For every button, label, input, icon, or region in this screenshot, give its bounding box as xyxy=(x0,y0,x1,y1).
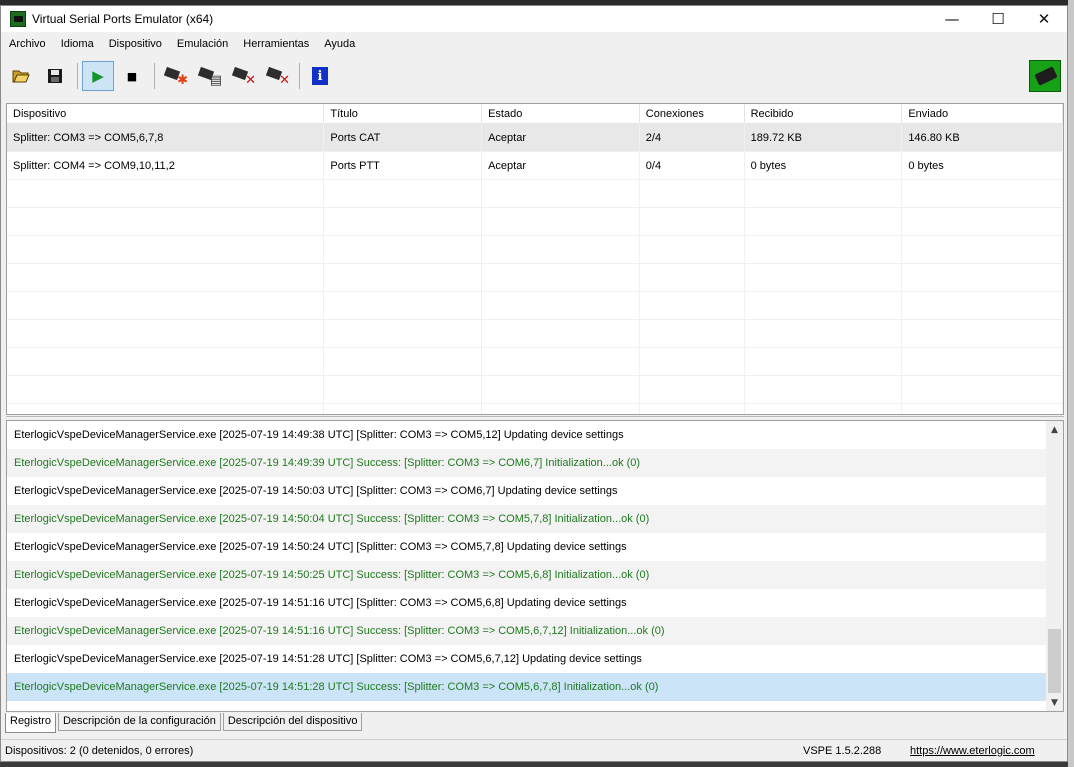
title-cell: Ports CAT xyxy=(324,124,483,152)
play-icon: ▶ xyxy=(92,67,104,85)
menu-bar: Archivo Idioma Dispositivo Emulación Her… xyxy=(1,32,1067,56)
device-cell: Splitter: COM4 => COM9,10,11,2 xyxy=(7,152,325,180)
table-header: Dispositivo Título Estado Conexiones Rec… xyxy=(7,104,1063,124)
tab-registro[interactable]: Registro xyxy=(5,713,56,733)
menu-dispositivo[interactable]: Dispositivo xyxy=(103,38,171,50)
column-header-recibido[interactable]: Recibido xyxy=(745,104,903,124)
received-cell: 189.72 KB xyxy=(745,124,903,152)
open-button[interactable] xyxy=(5,61,37,91)
empty-table-row xyxy=(7,264,1063,292)
device-properties-icon: ▤ xyxy=(197,66,222,88)
stop-icon: ■ xyxy=(126,69,138,83)
close-button[interactable]: ✕ xyxy=(1021,6,1067,32)
log-entry[interactable]: EterlogicVspeDeviceManagerService.exe [2… xyxy=(7,561,1047,589)
folder-open-icon xyxy=(12,70,30,83)
log-entry[interactable]: EterlogicVspeDeviceManagerService.exe [2… xyxy=(7,505,1047,533)
desktop-background-right xyxy=(1068,0,1074,767)
scroll-thumb[interactable] xyxy=(1048,629,1061,693)
sent-cell: 146.80 KB xyxy=(902,124,1063,152)
log-entry[interactable]: EterlogicVspeDeviceManagerService.exe [2… xyxy=(7,589,1047,617)
maximize-button[interactable]: ☐ xyxy=(975,6,1021,32)
version-label: VSPE 1.5.2.288 xyxy=(803,744,882,757)
empty-table-row xyxy=(7,376,1063,404)
status-bar: Dispositivos: 2 (0 detenidos, 0 errores)… xyxy=(1,739,1067,761)
tab-descripcion-configuracion[interactable]: Descripción de la configuración xyxy=(57,713,221,731)
save-button[interactable] xyxy=(39,61,71,91)
state-cell: Aceptar xyxy=(482,152,640,180)
about-button[interactable]: i xyxy=(304,61,336,91)
website-link[interactable]: https://www.eterlogic.com xyxy=(910,745,1035,757)
table-row[interactable]: Splitter: COM4 => COM9,10,11,2 Ports PTT… xyxy=(7,152,1063,180)
empty-table-row xyxy=(7,236,1063,264)
toolbar-separator xyxy=(154,63,155,89)
delete-all-devices-button[interactable]: ✕ xyxy=(261,61,293,91)
menu-archivo[interactable]: Archivo xyxy=(3,38,55,50)
create-device-button[interactable]: ✱ xyxy=(159,61,191,91)
state-cell: Aceptar xyxy=(482,124,640,152)
log-entry[interactable]: EterlogicVspeDeviceManagerService.exe [2… xyxy=(7,477,1047,505)
toolbar-separator xyxy=(299,63,300,89)
tab-descripcion-dispositivo[interactable]: Descripción del dispositivo xyxy=(222,713,363,731)
menu-herramientas[interactable]: Herramientas xyxy=(237,38,318,50)
log-scrollbar[interactable]: ▲ ▼ xyxy=(1046,421,1063,711)
app-icon xyxy=(10,11,26,27)
device-cell: Splitter: COM3 => COM5,6,7,8 xyxy=(7,124,325,152)
minimize-button[interactable]: — xyxy=(929,6,975,32)
toolbar: ▶ ■ ✱ ▤ ✕ ✕ i xyxy=(1,56,1067,96)
stop-button[interactable]: ■ xyxy=(116,61,148,91)
log-panel: EterlogicVspeDeviceManagerService.exe [2… xyxy=(6,420,1064,712)
info-icon: i xyxy=(312,67,328,85)
menu-ayuda[interactable]: Ayuda xyxy=(318,38,364,50)
empty-table-row xyxy=(7,208,1063,236)
window-title: Virtual Serial Ports Emulator (x64) xyxy=(32,12,214,26)
new-device-icon: ✱ xyxy=(163,66,188,88)
log-entry[interactable]: EterlogicVspeDeviceManagerService.exe [2… xyxy=(7,617,1047,645)
menu-idioma[interactable]: Idioma xyxy=(55,38,103,50)
empty-table-row xyxy=(7,348,1063,376)
empty-table-row xyxy=(7,404,1063,414)
empty-table-row xyxy=(7,180,1063,208)
title-bar[interactable]: Virtual Serial Ports Emulator (x64) — ☐ … xyxy=(1,6,1067,32)
vspe-logo-icon xyxy=(1029,60,1061,92)
delete-device-button[interactable]: ✕ xyxy=(227,61,259,91)
device-count-status: Dispositivos: 2 (0 detenidos, 0 errores) xyxy=(5,744,194,757)
log-entry[interactable]: EterlogicVspeDeviceManagerService.exe [2… xyxy=(7,533,1047,561)
delete-all-devices-icon: ✕ xyxy=(265,66,290,88)
sent-cell: 0 bytes xyxy=(902,152,1063,180)
bottom-tabs: Registro Descripción de la configuración… xyxy=(5,713,364,733)
column-header-dispositivo[interactable]: Dispositivo xyxy=(7,104,325,124)
scroll-down-icon[interactable]: ▼ xyxy=(1046,694,1063,711)
log-entry[interactable]: EterlogicVspeDeviceManagerService.exe [2… xyxy=(7,645,1047,673)
table-row[interactable]: Splitter: COM3 => COM5,6,7,8 Ports CAT A… xyxy=(7,124,1063,152)
empty-table-row xyxy=(7,292,1063,320)
log-entry[interactable]: EterlogicVspeDeviceManagerService.exe [2… xyxy=(7,449,1047,477)
scroll-up-icon[interactable]: ▲ xyxy=(1046,421,1063,438)
device-properties-button[interactable]: ▤ xyxy=(193,61,225,91)
log-entry[interactable]: EterlogicVspeDeviceManagerService.exe [2… xyxy=(7,673,1047,701)
device-table: Dispositivo Título Estado Conexiones Rec… xyxy=(6,103,1064,415)
toolbar-separator xyxy=(77,63,78,89)
empty-table-row xyxy=(7,320,1063,348)
title-cell: Ports PTT xyxy=(324,152,483,180)
column-header-titulo[interactable]: Título xyxy=(324,104,483,124)
delete-device-icon: ✕ xyxy=(231,66,256,88)
received-cell: 0 bytes xyxy=(745,152,903,180)
log-entry[interactable]: EterlogicVspeDeviceManagerService.exe [2… xyxy=(7,421,1047,449)
column-header-estado[interactable]: Estado xyxy=(482,104,640,124)
main-window: Virtual Serial Ports Emulator (x64) — ☐ … xyxy=(0,5,1068,762)
column-header-conexiones[interactable]: Conexiones xyxy=(640,104,745,124)
floppy-icon xyxy=(48,69,62,83)
log-list: EterlogicVspeDeviceManagerService.exe [2… xyxy=(7,421,1047,701)
connections-cell: 0/4 xyxy=(640,152,745,180)
start-button[interactable]: ▶ xyxy=(82,61,114,91)
menu-emulacion[interactable]: Emulación xyxy=(171,38,237,50)
column-header-enviado[interactable]: Enviado xyxy=(902,104,1063,124)
connections-cell: 2/4 xyxy=(640,124,745,152)
